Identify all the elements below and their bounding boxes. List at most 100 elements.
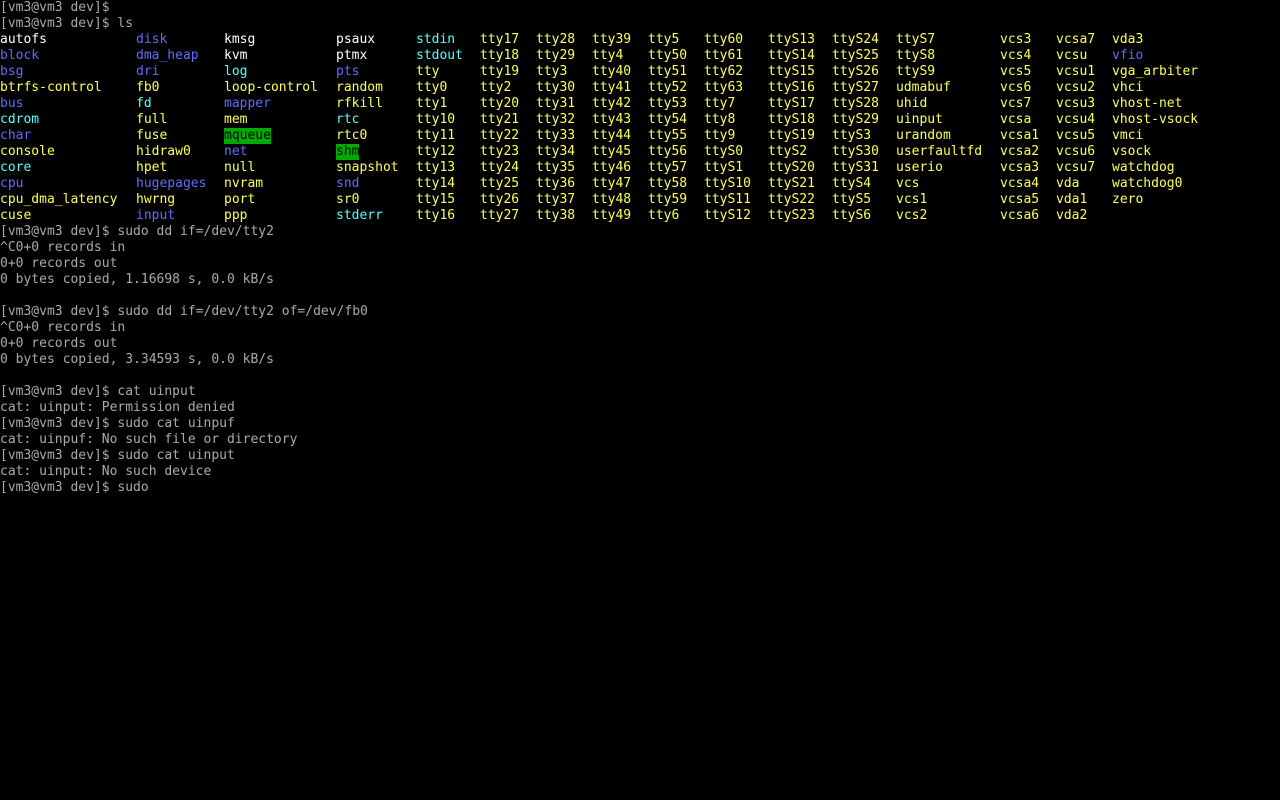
ls-entry: vhost-net: [1112, 96, 1183, 111]
ls-entry: kvm: [224, 48, 248, 63]
ls-entry: vcs6: [1000, 80, 1032, 95]
ls-entry: vcs: [896, 176, 920, 191]
ls-entry: vcsa: [1000, 112, 1032, 127]
ls-entry: vhci: [1112, 80, 1144, 95]
ls-entry: tty47: [592, 176, 632, 191]
ls-entry: tty20: [480, 96, 520, 111]
ls-entry: vcsu5: [1056, 128, 1096, 143]
ls-entry: hwrng: [136, 192, 176, 207]
ls-entry: ttyS18: [768, 112, 815, 127]
ls-entry: sr0: [336, 192, 360, 207]
ls-entry: tty27: [480, 208, 520, 223]
terminal-line: cat: uinput: No such device: [0, 464, 212, 479]
ls-entry: tty14: [416, 176, 456, 191]
ls-row: char fuse mqueue rtc0 tty11 tty22 tty33 tty44 tt…: [0, 128, 1280, 144]
ls-entry: ttyS3: [832, 128, 872, 143]
ls-entry: fb0: [136, 80, 160, 95]
ls-row: btrfs-control fb0 loop-control random tty0 tt…: [0, 80, 1280, 96]
ls-entry: vcs4: [1000, 48, 1032, 63]
ls-entry: ttyS7: [896, 32, 936, 47]
ls-entry: autofs: [0, 32, 47, 47]
ls-entry: ttyS11: [704, 192, 751, 207]
ls-entry: ttyS15: [768, 64, 815, 79]
ls-entry: cpu: [0, 176, 24, 191]
ls-entry: tty60: [704, 32, 744, 47]
terminal-line: [vm3@vm3 dev]$ sudo cat uinput: [0, 448, 235, 463]
ls-entry: ttyS28: [832, 96, 879, 111]
terminal-line: [vm3@vm3 dev]$ sudo cat uinpuf: [0, 416, 235, 431]
ls-entry: vcs1: [896, 192, 928, 207]
ls-entry: shm: [336, 144, 360, 160]
ls-entry: vda1: [1056, 192, 1088, 207]
ls-entry: port: [224, 192, 256, 207]
ls-entry: tty57: [648, 160, 688, 175]
ls-entry: vga_arbiter: [1112, 64, 1199, 79]
ls-entry: ttyS1: [704, 160, 744, 175]
ls-entry: vcs5: [1000, 64, 1032, 79]
ls-entry: tty33: [536, 128, 576, 143]
ls-entry: ttyS24: [832, 32, 879, 47]
terminal-screen[interactable]: [vm3@vm3 dev]$ [vm3@vm3 dev]$ ls autofs dis…: [0, 0, 1280, 800]
ls-row: cpu hugepages nvram snd tty14 tty25 tty36 tty47…: [0, 176, 1280, 192]
ls-entry: tty50: [648, 48, 688, 63]
ls-entry: mem: [224, 112, 248, 127]
ls-entry: tty54: [648, 112, 688, 127]
ls-entry: tty8: [704, 112, 736, 127]
ls-entry: tty1: [416, 96, 448, 111]
ls-entry: input: [136, 208, 176, 223]
ls-entry: tty26: [480, 192, 520, 207]
ls-entry: userio: [896, 160, 943, 175]
ls-entry: vcs2: [896, 208, 928, 223]
terminal-line: ^C0+0 records in: [0, 320, 126, 335]
ls-entry: ttyS21: [768, 176, 815, 191]
ls-entry: vcsa3: [1000, 160, 1040, 175]
ls-entry: vcsu1: [1056, 64, 1096, 79]
terminal-line: 0+0 records out: [0, 336, 118, 351]
ls-entry: uinput: [896, 112, 943, 127]
ls-entry: rfkill: [336, 96, 383, 111]
ls-entry: vcsu3: [1056, 96, 1096, 111]
ls-entry: tty12: [416, 144, 456, 159]
ls-entry: tty15: [416, 192, 456, 207]
ls-entry: dma_heap: [136, 48, 199, 63]
ls-row: bsg dri log pts tty tty19 tty3 tty40 tty51 tty62 t…: [0, 64, 1280, 80]
terminal-line: [vm3@vm3 dev]$ ls: [0, 16, 134, 31]
ls-entry: vda2: [1056, 208, 1088, 223]
ls-entry: tty53: [648, 96, 688, 111]
ls-entry: ttyS30: [832, 144, 879, 159]
ls-entry: tty35: [536, 160, 576, 175]
ls-entry: mapper: [224, 96, 271, 111]
ls-entry: snapshot: [336, 160, 399, 175]
ls-entry: tty39: [592, 32, 632, 47]
ls-entry: stdout: [416, 48, 463, 63]
ls-entry: tty32: [536, 112, 576, 127]
ls-entry: btrfs-control: [0, 80, 102, 95]
ls-entry: tty30: [536, 80, 576, 95]
ls-entry: watchdog: [1112, 160, 1175, 175]
ls-entry: ttyS20: [768, 160, 815, 175]
ls-entry: ttyS4: [832, 176, 872, 191]
command-prompt-line: [vm3@vm3 dev]$ sudo: [0, 480, 149, 495]
ls-entry: stderr: [336, 208, 383, 223]
ls-entry: tty62: [704, 64, 744, 79]
ls-entry: uhid: [896, 96, 928, 111]
ls-entry: tty42: [592, 96, 632, 111]
ls-row: autofs disk kmsg psaux stdin tty17 tty28 tty39 t…: [0, 32, 1280, 48]
ls-entry: fd: [136, 96, 152, 111]
ls-entry: ppp: [224, 208, 248, 223]
ls-entry: dri: [136, 64, 160, 79]
ls-entry: core: [0, 160, 32, 175]
ls-entry: cpu_dma_latency: [0, 192, 118, 207]
terminal-line: [vm3@vm3 dev]$: [0, 0, 110, 15]
terminal-line: [vm3@vm3 dev]$ sudo dd if=/dev/tty2 of=/…: [0, 304, 368, 319]
ls-entry: ttyS0: [704, 144, 744, 159]
ls-entry: random: [336, 80, 383, 95]
ls-entry: tty40: [592, 64, 632, 79]
ls-entry: tty6: [648, 208, 680, 223]
ls-entry: tty4: [592, 48, 624, 63]
ls-entry: loop-control: [224, 80, 318, 95]
ls-entry: ttyS9: [896, 64, 936, 79]
ls-entry: vcsu7: [1056, 160, 1096, 175]
ls-entry: tty41: [592, 80, 632, 95]
terminal-line: [vm3@vm3 dev]$ cat uinput: [0, 384, 196, 399]
